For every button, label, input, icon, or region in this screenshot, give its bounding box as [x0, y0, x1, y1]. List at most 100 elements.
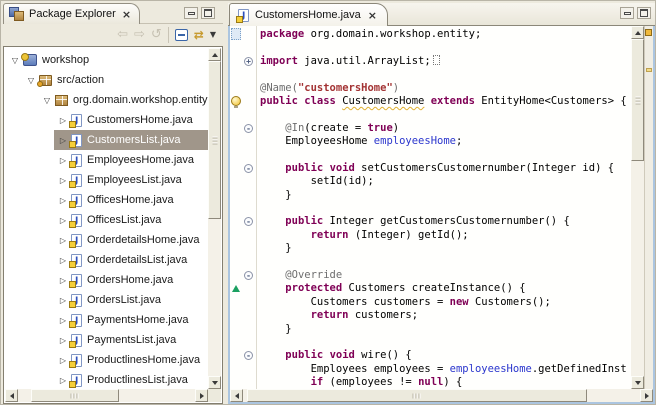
code-line[interactable] — [230, 108, 631, 121]
editor-vertical-scroll-thumb[interactable] — [631, 39, 644, 161]
tree-scroll-left-button[interactable] — [5, 389, 18, 402]
tree-horizontal-scroll-thumb[interactable] — [31, 389, 119, 402]
expand-arrow-icon[interactable]: ▷ — [57, 196, 69, 205]
link-with-editor-button[interactable]: ⇄ — [194, 27, 204, 43]
code-line[interactable]: return (Integer) getId(); — [230, 229, 631, 242]
fold-collapse-icon[interactable]: - — [244, 217, 253, 226]
expand-arrow-icon[interactable]: ▷ — [57, 336, 69, 345]
code-line[interactable]: - public void wire() { — [230, 349, 631, 362]
expand-arrow-icon[interactable]: ▷ — [57, 316, 69, 325]
code-line[interactable]: Customers customers = new Customers(); — [230, 296, 631, 309]
code-line[interactable]: setId(id); — [230, 175, 631, 188]
view-menu-button[interactable]: ▼ — [210, 27, 216, 43]
tree-item-orderdetailshome-java[interactable]: ▷OrderdetailsHome.java — [5, 230, 208, 250]
tree-scroll-down-button[interactable] — [208, 376, 221, 389]
fold-collapse-icon[interactable]: - — [244, 124, 253, 133]
code-line[interactable]: +import java.util.ArrayList; — [230, 55, 631, 68]
code-line[interactable]: return customers; — [230, 309, 631, 322]
code-line[interactable]: EmployeesHome employeesHome; — [230, 135, 631, 148]
editor-horizontal-scroll-thumb[interactable] — [247, 389, 587, 402]
close-editor-icon[interactable]: × — [367, 9, 378, 22]
tree-vertical-scrollbar[interactable] — [208, 48, 221, 389]
folded-region-cursor-box[interactable] — [433, 55, 440, 65]
up-button[interactable]: ↺ — [151, 27, 162, 43]
collapse-all-button[interactable] — [175, 29, 188, 41]
tree-item-employeeslist-java[interactable]: ▷EmployeesList.java — [5, 170, 208, 190]
tree-item-productlineslist-java[interactable]: ▷ProductlinesList.java — [5, 370, 208, 389]
expand-arrow-icon[interactable]: ▷ — [57, 136, 69, 145]
expand-arrow-icon[interactable]: ▷ — [57, 156, 69, 165]
fold-expand-icon[interactable]: + — [244, 57, 253, 66]
tree-scroll-right-button[interactable] — [195, 389, 208, 402]
code-line[interactable]: } — [230, 323, 631, 336]
editor-vertical-scrollbar[interactable] — [631, 26, 644, 389]
expand-arrow-icon[interactable]: ▷ — [57, 116, 69, 125]
tree-item-ordershome-java[interactable]: ▷OrdersHome.java — [5, 270, 208, 290]
code-line[interactable] — [230, 336, 631, 349]
code-area[interactable]: package org.domain.workshop.entity; +impo… — [230, 26, 631, 389]
tree-item-productlineshome-java[interactable]: ▷ProductlinesHome.java — [5, 350, 208, 370]
editor-scroll-right-button[interactable] — [640, 389, 653, 402]
warning-lightbulb-icon[interactable] — [231, 96, 241, 107]
tree-horizontal-scrollbar[interactable] — [5, 389, 208, 402]
editor-scroll-down-button[interactable] — [631, 376, 644, 389]
code-line[interactable]: - public void setCustomersCustomernumber… — [230, 162, 631, 175]
close-view-icon[interactable]: × — [121, 8, 132, 21]
tree-item-paymentslist-java[interactable]: ▷PaymentsList.java — [5, 330, 208, 350]
overview-ruler[interactable] — [644, 26, 653, 389]
collapse-arrow-icon[interactable]: ▽ — [9, 56, 21, 65]
warning-line-marker[interactable] — [646, 68, 652, 72]
package-explorer-view-tab[interactable]: Package Explorer × — [3, 3, 140, 24]
code-line[interactable]: - public Integer getCustomersCustomernum… — [230, 215, 631, 228]
code-line[interactable]: } — [230, 242, 631, 255]
tree-item-orderslist-java[interactable]: ▷OrdersList.java — [5, 290, 208, 310]
code-line[interactable] — [230, 149, 631, 162]
collapse-arrow-icon[interactable]: ▽ — [41, 96, 53, 105]
expand-arrow-icon[interactable]: ▷ — [57, 376, 69, 385]
code-line[interactable]: if (employees != null) { — [230, 376, 631, 389]
expand-arrow-icon[interactable]: ▷ — [57, 216, 69, 225]
tree-vertical-scroll-thumb[interactable] — [208, 61, 221, 219]
code-line[interactable] — [230, 68, 631, 81]
code-line[interactable]: package org.domain.workshop.entity; — [230, 28, 631, 41]
expand-arrow-icon[interactable]: ▷ — [57, 236, 69, 245]
expand-arrow-icon[interactable]: ▷ — [57, 276, 69, 285]
code-line[interactable] — [230, 256, 631, 269]
tree-item-paymentshome-java[interactable]: ▷PaymentsHome.java — [5, 310, 208, 330]
tree-item-officeslist-java[interactable]: ▷OfficesList.java — [5, 210, 208, 230]
tree-item-customershome-java[interactable]: ▷CustomersHome.java — [5, 110, 208, 130]
fold-collapse-icon[interactable]: - — [244, 351, 253, 360]
maximize-editor-button[interactable] — [637, 7, 651, 19]
maximize-view-button[interactable] — [201, 7, 215, 19]
expand-arrow-icon[interactable]: ▷ — [57, 356, 69, 365]
editor-horizontal-scrollbar[interactable] — [230, 389, 653, 402]
tree-scroll-up-button[interactable] — [208, 48, 221, 61]
code-line[interactable] — [230, 202, 631, 215]
minimize-editor-button[interactable] — [620, 7, 634, 19]
code-line[interactable]: public class CustomersHome extends Entit… — [230, 95, 631, 108]
tree-item-org-domain-workshop-entity[interactable]: ▽org.domain.workshop.entity — [5, 90, 208, 110]
expand-arrow-icon[interactable]: ▷ — [57, 256, 69, 265]
collapse-arrow-icon[interactable]: ▽ — [25, 76, 37, 85]
fold-collapse-icon[interactable]: - — [244, 164, 253, 173]
code-line[interactable] — [230, 41, 631, 54]
code-line[interactable]: Employees employees = employeesHome.getD… — [230, 363, 631, 376]
warning-summary-marker[interactable] — [645, 29, 652, 36]
tree-item-orderdetailslist-java[interactable]: ▷OrderdetailsList.java — [5, 250, 208, 270]
tree-item-workshop[interactable]: ▽workshop — [5, 50, 208, 70]
expand-arrow-icon[interactable]: ▷ — [57, 176, 69, 185]
back-button[interactable]: ⇦ — [117, 27, 128, 43]
editor-tab-customershome[interactable]: CustomersHome.java × — [229, 3, 388, 26]
code-line[interactable]: - @In(create = true) — [230, 122, 631, 135]
editor-scroll-up-button[interactable] — [631, 26, 644, 39]
tree-item-customerslist-java[interactable]: ▷CustomersList.java — [5, 130, 208, 150]
editor-scroll-left-button[interactable] — [230, 389, 243, 402]
code-line[interactable]: @Name("customersHome") — [230, 82, 631, 95]
code-line[interactable]: } — [230, 189, 631, 202]
forward-button[interactable]: ⇨ — [134, 27, 145, 43]
tree-item-officeshome-java[interactable]: ▷OfficesHome.java — [5, 190, 208, 210]
fold-collapse-icon[interactable]: - — [244, 271, 253, 280]
code-line[interactable]: protected Customers createInstance() { — [230, 282, 631, 295]
tree-item-src-action[interactable]: ▽src/action — [5, 70, 208, 90]
expand-arrow-icon[interactable]: ▷ — [57, 296, 69, 305]
